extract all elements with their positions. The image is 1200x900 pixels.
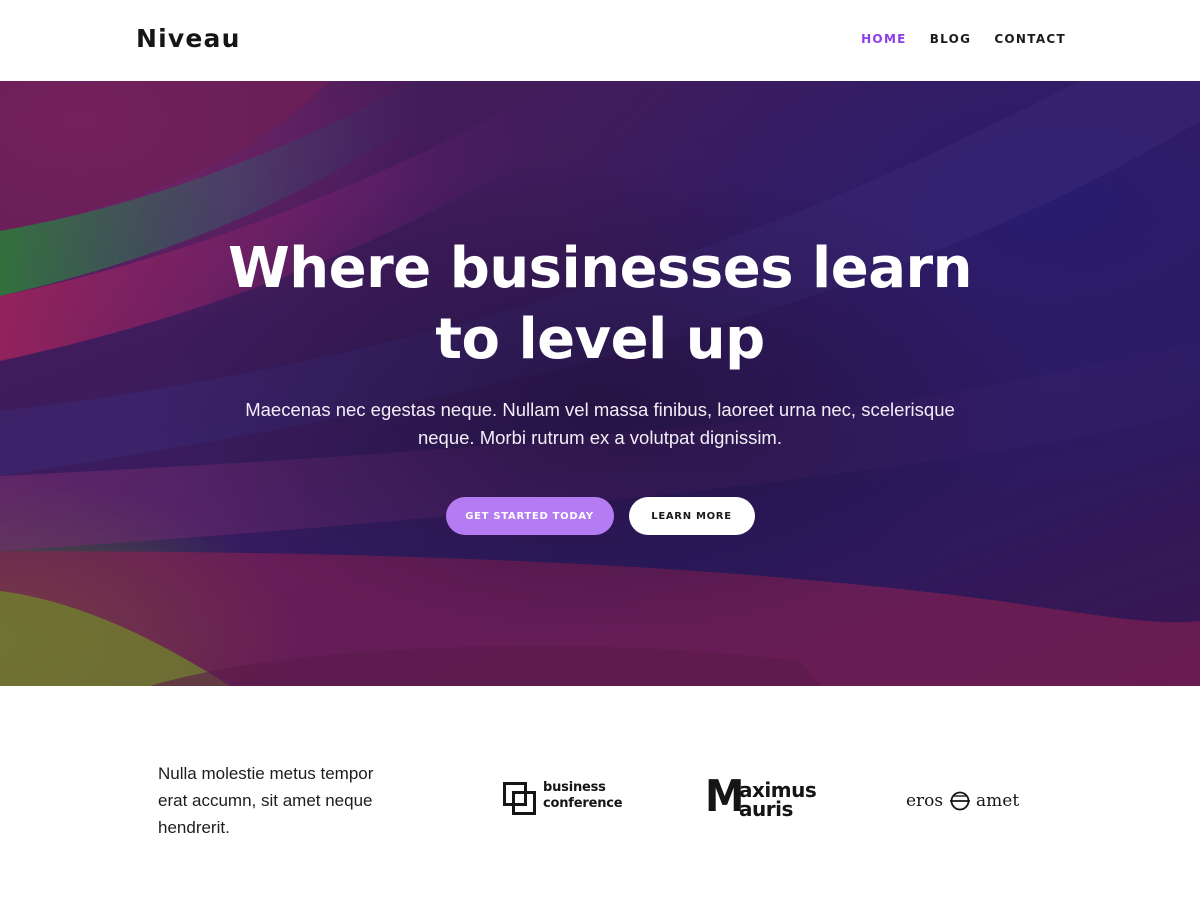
nav-contact[interactable]: CONTACT <box>994 31 1066 47</box>
hero-title-line1: Where businesses learn <box>228 236 972 301</box>
site-header: Niveau HOME BLOG CONTACT <box>0 0 1200 81</box>
business-conference-line2: conference <box>543 796 623 811</box>
eros-amet-logo: eros amet <box>906 790 1036 814</box>
maximus-mauris-line2: auris <box>739 797 793 821</box>
hero-subtitle-line2: neque. Morbi rutrum ex a volutpat dignis… <box>417 427 782 448</box>
logos-intro-line3: hendrerit. <box>158 818 230 837</box>
eros-amet-word1: eros <box>906 791 944 811</box>
get-started-button[interactable]: GET STARTED TODAY <box>445 497 614 535</box>
main-nav: HOME BLOG CONTACT <box>861 31 1066 47</box>
maximus-mauris-logo: M aximus auris <box>705 774 825 822</box>
client-logos-section: Nulla molestie metus tempor erat accumn,… <box>0 686 1200 900</box>
nav-home[interactable]: HOME <box>861 31 907 47</box>
logos-intro-text: Nulla molestie metus tempor erat accumn,… <box>158 760 418 841</box>
site-logo[interactable]: Niveau <box>136 22 241 56</box>
circle-e-icon <box>950 791 970 811</box>
business-conference-wordmark: business conference <box>543 780 623 812</box>
logos-intro-line2: erat accumn, sit amet neque <box>158 791 373 810</box>
hero-content: Where businesses learn to level up Maece… <box>0 81 1200 686</box>
hero-section: Where businesses learn to level up Maece… <box>0 81 1200 686</box>
logos-intro-line1: Nulla molestie metus tempor <box>158 764 374 783</box>
learn-more-button[interactable]: LEARN MORE <box>628 497 755 535</box>
hero-title-line2: to level up <box>435 307 765 372</box>
hero-title: Where businesses learn to level up <box>200 233 1000 375</box>
business-conference-line1: business <box>543 780 606 795</box>
overlapping-squares-icon <box>503 782 536 815</box>
hero-subtitle-line1: Maecenas nec egestas neque. Nullam vel m… <box>245 399 955 420</box>
hero-actions: GET STARTED TODAY LEARN MORE <box>0 497 1200 535</box>
nav-blog[interactable]: BLOG <box>930 31 972 47</box>
maximus-mauris-letter: M <box>705 771 744 822</box>
business-conference-logo: business conference <box>503 780 623 816</box>
eros-amet-word2: amet <box>976 791 1020 811</box>
hero-subtitle: Maecenas nec egestas neque. Nullam vel m… <box>240 396 960 452</box>
